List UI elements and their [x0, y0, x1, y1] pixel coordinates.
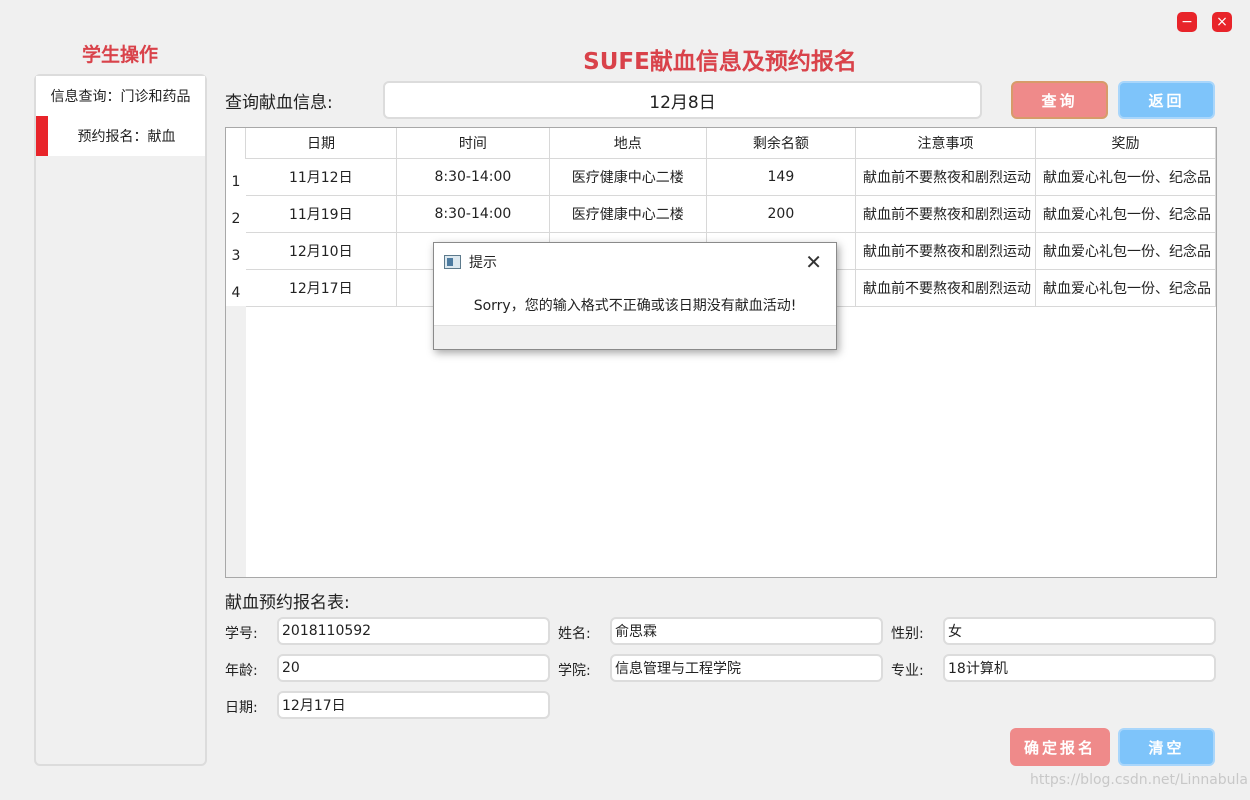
- message-dialog: 提示 ✕ Sorry，您的输入格式不正确或该日期没有献血活动!: [433, 242, 837, 350]
- page-title: SUFE献血信息及预约报名: [583, 49, 857, 75]
- table-cell[interactable]: 8:30-14:00: [396, 195, 550, 233]
- student-id-field[interactable]: 2018110592: [277, 617, 550, 645]
- table-cell[interactable]: 献血前不要熬夜和剧烈运动: [855, 195, 1036, 233]
- gender-field[interactable]: 女: [943, 617, 1216, 645]
- query-button[interactable]: 查询: [1011, 81, 1108, 119]
- donation-table: 1 2 3 4 日期 时间 地点 剩余名额 注意事项 奖励 11月12日 8:3…: [225, 127, 1217, 578]
- minimize-button[interactable]: −: [1177, 12, 1197, 32]
- dialog-titlebar[interactable]: 提示 ✕: [434, 243, 836, 281]
- table-cell[interactable]: 献血前不要熬夜和剧烈运动: [855, 158, 1036, 196]
- name-field[interactable]: 俞思霖: [610, 617, 883, 645]
- table-row[interactable]: 11月19日 8:30-14:00 医疗健康中心二楼 200 献血前不要熬夜和剧…: [245, 195, 1216, 233]
- date-field[interactable]: 12月17日: [277, 691, 550, 719]
- age-field[interactable]: 20: [277, 654, 550, 682]
- gender-label: 性别:: [891, 626, 924, 642]
- table-cell[interactable]: 149: [706, 158, 856, 196]
- sidebar-item-blood-donation[interactable]: 预约报名：献血: [36, 116, 205, 156]
- sidebar-item-label: 信息查询：门诊和药品: [50, 89, 191, 105]
- sidebar-title: 学生操作: [81, 44, 158, 66]
- query-label: 查询献血信息:: [225, 93, 333, 113]
- column-header-remaining[interactable]: 剩余名额: [705, 128, 856, 159]
- table-cell[interactable]: 献血前不要熬夜和剧烈运动: [855, 232, 1036, 270]
- major-label: 专业:: [891, 663, 924, 679]
- sidebar-item-label: 预约报名：献血: [77, 129, 176, 145]
- table-cell[interactable]: 12月10日: [245, 232, 398, 270]
- watermark: https://blog.csdn.net/Linnabula: [1030, 772, 1248, 788]
- dialog-footer: [434, 325, 836, 349]
- row-number[interactable]: 1: [226, 158, 246, 195]
- query-date-input[interactable]: 12月8日: [383, 81, 982, 119]
- table-cell[interactable]: 8:30-14:00: [396, 158, 550, 196]
- table-row[interactable]: 11月12日 8:30-14:00 医疗健康中心二楼 149 献血前不要熬夜和剧…: [245, 158, 1216, 196]
- table-cell[interactable]: 献血爱心礼包一份、纪念品: [1035, 158, 1216, 196]
- dialog-close-icon[interactable]: ✕: [805, 252, 822, 272]
- date-label: 日期:: [225, 700, 258, 716]
- table-cell[interactable]: 11月19日: [245, 195, 398, 233]
- college-field[interactable]: 信息管理与工程学院: [610, 654, 883, 682]
- confirm-registration-button[interactable]: 确定报名: [1010, 728, 1110, 766]
- major-field[interactable]: 18计算机: [943, 654, 1216, 682]
- row-number[interactable]: 4: [226, 269, 246, 306]
- dialog-message: Sorry，您的输入格式不正确或该日期没有献血活动!: [473, 297, 797, 314]
- clear-button[interactable]: 清空: [1118, 728, 1215, 766]
- sidebar: 信息查询：门诊和药品 预约报名：献血: [34, 74, 207, 766]
- table-cell[interactable]: 医疗健康中心二楼: [549, 195, 707, 233]
- table-cell[interactable]: 献血爱心礼包一份、纪念品: [1035, 232, 1216, 270]
- age-label: 年龄:: [225, 663, 258, 679]
- column-header-location[interactable]: 地点: [548, 128, 707, 159]
- column-header-notes[interactable]: 注意事项: [854, 128, 1036, 159]
- close-icon: ×: [1216, 14, 1228, 30]
- college-label: 学院:: [558, 663, 591, 679]
- column-header-time[interactable]: 时间: [396, 128, 550, 159]
- table-cell[interactable]: 献血爱心礼包一份、纪念品: [1035, 269, 1216, 307]
- table-corner: [226, 128, 246, 158]
- close-window-button[interactable]: ×: [1212, 12, 1232, 32]
- table-header-row: 日期 时间 地点 剩余名额 注意事项 奖励: [244, 128, 1216, 159]
- sidebar-item-info-query[interactable]: 信息查询：门诊和药品: [36, 76, 205, 116]
- table-cell[interactable]: 医疗健康中心二楼: [549, 158, 707, 196]
- row-number[interactable]: 3: [226, 232, 246, 269]
- back-button[interactable]: 返回: [1118, 81, 1215, 119]
- dialog-title: 提示: [469, 255, 497, 271]
- table-cell[interactable]: 献血前不要熬夜和剧烈运动: [855, 269, 1036, 307]
- table-cell[interactable]: 200: [706, 195, 856, 233]
- column-header-date[interactable]: 日期: [244, 128, 398, 159]
- row-number[interactable]: 2: [226, 195, 246, 232]
- table-cell[interactable]: 12月17日: [245, 269, 398, 307]
- app-icon: [444, 255, 461, 269]
- table-cell[interactable]: 献血爱心礼包一份、纪念品: [1035, 195, 1216, 233]
- form-title: 献血预约报名表:: [225, 593, 350, 613]
- student-id-label: 学号:: [225, 626, 258, 642]
- column-header-reward[interactable]: 奖励: [1034, 128, 1216, 159]
- minimize-icon: −: [1181, 14, 1193, 30]
- name-label: 姓名:: [558, 626, 591, 642]
- table-cell[interactable]: 11月12日: [245, 158, 398, 196]
